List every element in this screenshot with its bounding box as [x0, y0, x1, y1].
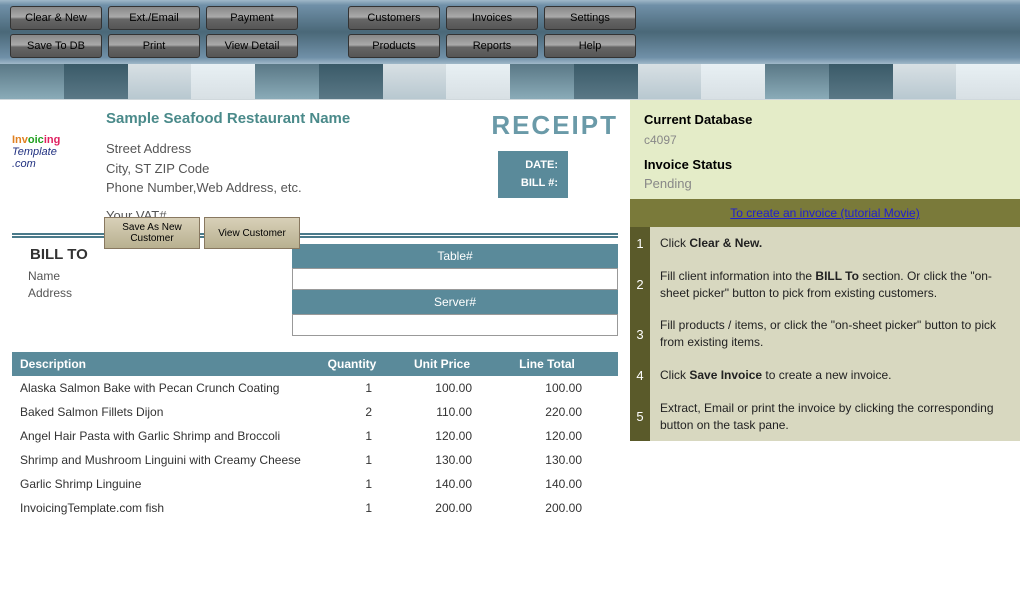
tutorial-step: 1Click Clear & New. [630, 227, 1020, 260]
cell-line-total: 140.00 [492, 472, 602, 496]
cell-description: InvoicingTemplate.com fish [12, 496, 312, 520]
tutorial-steps: 1Click Clear & New.2Fill client informat… [630, 227, 1020, 441]
table-number-label: Table# [292, 244, 618, 268]
bill-number-label: BILL #: [508, 175, 558, 193]
name-label: Name [12, 269, 92, 283]
view-detail-button[interactable]: View Detail [206, 34, 298, 58]
help-button[interactable]: Help [544, 34, 636, 58]
business-contact: Phone Number,Web Address, etc. [106, 178, 418, 198]
business-street: Street Address [106, 139, 418, 159]
cell-unit-price: 110.00 [392, 400, 492, 424]
table-row[interactable]: Alaska Salmon Bake with Pecan Crunch Coa… [12, 376, 618, 400]
cell-unit-price: 130.00 [392, 448, 492, 472]
step-text: Fill client information into the BILL To… [650, 260, 1020, 310]
table-row[interactable]: Garlic Shrimp Linguine1140.00140.00 [12, 472, 618, 496]
sidebar: Current Database c4097 Invoice Status Pe… [630, 100, 1020, 520]
col-quantity: Quantity [312, 352, 392, 376]
invoice-sheet: Invoicing Template .com Sample Seafood R… [0, 100, 630, 520]
table-row[interactable]: Angel Hair Pasta with Garlic Shrimp and … [12, 424, 618, 448]
tutorial-link[interactable]: To create an invoice (tutorial Movie) [730, 206, 919, 220]
address-label: Address [12, 286, 92, 300]
col-line-total: Line Total [492, 352, 602, 376]
customers-button[interactable]: Customers [348, 6, 440, 30]
cell-line-total: 120.00 [492, 424, 602, 448]
view-customer-button[interactable]: View Customer [204, 217, 300, 249]
business-city: City, ST ZIP Code [106, 159, 418, 179]
cell-quantity: 1 [312, 448, 392, 472]
save-to-db-button[interactable]: Save To DB [10, 34, 102, 58]
step-text: Click Save Invoice to create a new invoi… [650, 359, 1020, 392]
cell-description: Shrimp and Mushroom Linguini with Creamy… [12, 448, 312, 472]
col-description: Description [12, 352, 312, 376]
receipt-title: RECEIPT [418, 110, 618, 141]
tutorial-step: 3Fill products / items, or click the "on… [630, 309, 1020, 359]
col-unit-price: Unit Price [392, 352, 492, 376]
cell-line-total: 200.00 [492, 496, 602, 520]
cell-quantity: 2 [312, 400, 392, 424]
save-as-new-customer-button[interactable]: Save As New Customer [104, 217, 200, 249]
cell-description: Baked Salmon Fillets Dijon [12, 400, 312, 424]
step-text: Fill products / items, or click the "on-… [650, 309, 1020, 359]
step-number: 1 [630, 227, 650, 260]
step-text: Click Clear & New. [650, 227, 1020, 260]
invoice-status-label: Invoice Status [644, 157, 1006, 172]
table-row[interactable]: Baked Salmon Fillets Dijon2110.00220.00 [12, 400, 618, 424]
date-bill-box: DATE: BILL #: [498, 151, 568, 198]
decorative-stripe [0, 64, 1020, 100]
step-number: 2 [630, 260, 650, 310]
cell-quantity: 1 [312, 472, 392, 496]
divider: Save As New Customer View Customer [12, 233, 618, 238]
table-number-input[interactable] [292, 268, 618, 290]
server-number-input[interactable] [292, 314, 618, 336]
cell-unit-price: 140.00 [392, 472, 492, 496]
step-number: 5 [630, 392, 650, 442]
print-button[interactable]: Print [108, 34, 200, 58]
invoice-status-value: Pending [644, 176, 1006, 191]
table-row[interactable]: Shrimp and Mushroom Linguini with Creamy… [12, 448, 618, 472]
cell-description: Angel Hair Pasta with Garlic Shrimp and … [12, 424, 312, 448]
cell-unit-price: 200.00 [392, 496, 492, 520]
date-label: DATE: [508, 157, 558, 175]
cell-line-total: 220.00 [492, 400, 602, 424]
cell-quantity: 1 [312, 496, 392, 520]
cell-description: Alaska Salmon Bake with Pecan Crunch Coa… [12, 376, 312, 400]
ext-email-button[interactable]: Ext./Email [108, 6, 200, 30]
server-number-label: Server# [292, 290, 618, 314]
items-table-header: Description Quantity Unit Price Line Tot… [12, 352, 618, 376]
current-database-label: Current Database [644, 112, 1006, 127]
invoices-button[interactable]: Invoices [446, 6, 538, 30]
step-number: 3 [630, 309, 650, 359]
settings-button[interactable]: Settings [544, 6, 636, 30]
cell-unit-price: 120.00 [392, 424, 492, 448]
cell-quantity: 1 [312, 424, 392, 448]
clear-new-button[interactable]: Clear & New [10, 6, 102, 30]
tutorial-step: 4Click Save Invoice to create a new invo… [630, 359, 1020, 392]
business-name: Sample Seafood Restaurant Name [106, 110, 418, 127]
table-row[interactable]: InvoicingTemplate.com fish1200.00200.00 [12, 496, 618, 520]
cell-unit-price: 100.00 [392, 376, 492, 400]
tutorial-step: 2Fill client information into the BILL T… [630, 260, 1020, 310]
toolbar: Clear & New Ext./Email Payment Customers… [0, 0, 1020, 64]
cell-quantity: 1 [312, 376, 392, 400]
items-table-body: Alaska Salmon Bake with Pecan Crunch Coa… [12, 376, 618, 520]
products-button[interactable]: Products [348, 34, 440, 58]
step-number: 4 [630, 359, 650, 392]
cell-line-total: 130.00 [492, 448, 602, 472]
logo: Invoicing Template .com [12, 110, 100, 170]
step-text: Extract, Email or print the invoice by c… [650, 392, 1020, 442]
tutorial-step: 5Extract, Email or print the invoice by … [630, 392, 1020, 442]
payment-button[interactable]: Payment [206, 6, 298, 30]
cell-description: Garlic Shrimp Linguine [12, 472, 312, 496]
current-database-value: c4097 [644, 133, 1006, 147]
reports-button[interactable]: Reports [446, 34, 538, 58]
cell-line-total: 100.00 [492, 376, 602, 400]
